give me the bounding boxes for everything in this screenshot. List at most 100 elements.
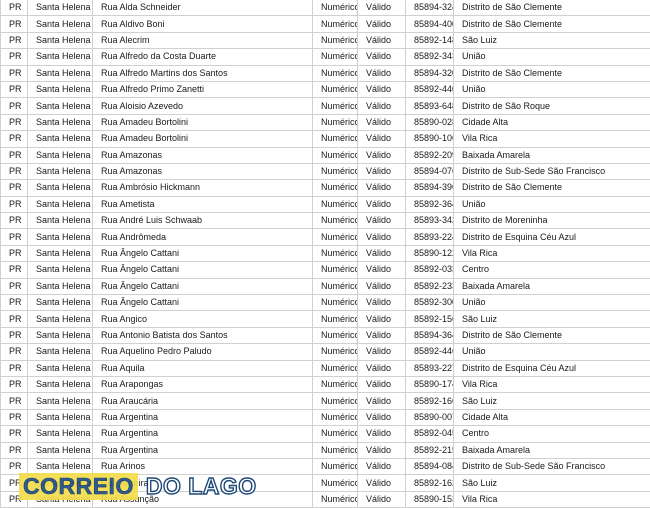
street-cell: Rua Aroeira [93, 475, 313, 491]
type-cell: Numérico [313, 245, 358, 261]
district-cell: Distrito de Moreninha [454, 213, 650, 229]
state-cell: PR [1, 98, 28, 114]
street-cell: Rua Amadeu Bortolini [93, 114, 313, 130]
cep-cell: 85892-045 [406, 426, 454, 442]
district-cell: Vila Rica [454, 376, 650, 392]
street-cell: Rua Amadeu Bortolini [93, 131, 313, 147]
status-cell: Válido [358, 196, 406, 212]
state-cell: PR [1, 475, 28, 491]
table-row: PRSanta HelenaRua Antonio Batista dos Sa… [1, 327, 650, 343]
city-cell: Santa Helena [28, 344, 93, 360]
street-cell: Rua Alda Schneider [93, 0, 313, 16]
type-cell: Numérico [313, 360, 358, 376]
city-cell: Santa Helena [28, 49, 93, 65]
status-cell: Válido [358, 311, 406, 327]
type-cell: Numérico [313, 147, 358, 163]
street-cell: Rua Amazonas [93, 147, 313, 163]
district-cell: Distrito de São Clemente [454, 0, 650, 16]
district-cell: São Luiz [454, 475, 650, 491]
type-cell: Numérico [313, 344, 358, 360]
city-cell: Santa Helena [28, 278, 93, 294]
cep-cell: 85892-364 [406, 196, 454, 212]
status-cell: Válido [358, 491, 406, 507]
table-row: PRSanta HelenaRua AngicoNuméricoVálido85… [1, 311, 650, 327]
state-cell: PR [1, 229, 28, 245]
district-cell: União [454, 196, 650, 212]
district-cell: São Luiz [454, 393, 650, 409]
state-cell: PR [1, 131, 28, 147]
status-cell: Válido [358, 442, 406, 458]
city-cell: Santa Helena [28, 213, 93, 229]
table-row: PRSanta HelenaRua Alfredo Primo ZanettiN… [1, 81, 650, 97]
cep-cell: 85892-162 [406, 475, 454, 491]
type-cell: Numérico [313, 376, 358, 392]
table-row: PRSanta HelenaRua AmetistaNuméricoVálido… [1, 196, 650, 212]
status-cell: Válido [358, 393, 406, 409]
cep-cell: 85893-342 [406, 213, 454, 229]
table-row: PRSanta HelenaRua AmazonasNuméricoVálido… [1, 147, 650, 163]
city-cell: Santa Helena [28, 376, 93, 392]
table-row: PRSanta HelenaRua Ângelo CattaniNumérico… [1, 278, 650, 294]
table-row: PRSanta HelenaRua AraucáriaNuméricoVálid… [1, 393, 650, 409]
street-cell: Rua Arapongas [93, 376, 313, 392]
street-cell: Rua Alfredo da Costa Duarte [93, 49, 313, 65]
status-cell: Válido [358, 426, 406, 442]
city-cell: Santa Helena [28, 442, 93, 458]
status-cell: Válido [358, 131, 406, 147]
status-cell: Válido [358, 0, 406, 16]
type-cell: Numérico [313, 98, 358, 114]
cep-cell: 85892-233 [406, 278, 454, 294]
street-cell: Rua Ângelo Cattani [93, 295, 313, 311]
table-row: PRSanta HelenaRua ArinosNuméricoVálido85… [1, 458, 650, 474]
city-cell: Santa Helena [28, 180, 93, 196]
type-cell: Numérico [313, 491, 358, 507]
city-cell: Santa Helena [28, 262, 93, 278]
city-cell: Santa Helena [28, 327, 93, 343]
street-cell: Rua Ângelo Cattani [93, 278, 313, 294]
cep-cell: 85894-320 [406, 65, 454, 81]
cep-cell: 85892-209 [406, 147, 454, 163]
type-cell: Numérico [313, 65, 358, 81]
cep-cell: 85894-400 [406, 16, 454, 32]
state-cell: PR [1, 49, 28, 65]
state-cell: PR [1, 65, 28, 81]
state-cell: PR [1, 458, 28, 474]
type-cell: Numérico [313, 196, 358, 212]
table-row: PRSanta HelenaRua AmazonasNuméricoVálido… [1, 163, 650, 179]
cep-cell: 85890-153 [406, 491, 454, 507]
cep-cell: 85892-446 [406, 344, 454, 360]
status-cell: Válido [358, 147, 406, 163]
table-row: PRSanta HelenaRua Ambrósio HickmannNumér… [1, 180, 650, 196]
table-row: PRSanta HelenaRua AssunçãoNuméricoVálido… [1, 491, 650, 507]
type-cell: Numérico [313, 311, 358, 327]
table-row: PRSanta HelenaRua ArapongasNuméricoVálid… [1, 376, 650, 392]
city-cell: Santa Helena [28, 475, 93, 491]
state-cell: PR [1, 262, 28, 278]
state-cell: PR [1, 32, 28, 48]
table-row: PRSanta HelenaRua AlecrimNuméricoVálido8… [1, 32, 650, 48]
address-table: PRSanta HelenaRua Alda SchneiderNumérico… [0, 0, 650, 508]
status-cell: Válido [358, 475, 406, 491]
district-cell: Distrito de São Clemente [454, 327, 650, 343]
city-cell: Santa Helena [28, 114, 93, 130]
cep-cell: 85892-440 [406, 81, 454, 97]
table-row: PRSanta HelenaRua Alfredo Martins dos Sa… [1, 65, 650, 81]
cep-cell: 85894-084 [406, 458, 454, 474]
type-cell: Numérico [313, 426, 358, 442]
cep-cell: 85892-215 [406, 442, 454, 458]
status-cell: Válido [358, 163, 406, 179]
district-cell: Baixada Amarela [454, 442, 650, 458]
status-cell: Válido [358, 327, 406, 343]
cep-cell: 85894-324 [406, 0, 454, 16]
type-cell: Numérico [313, 16, 358, 32]
street-cell: Rua Assunção [93, 491, 313, 507]
table-row: PRSanta HelenaRua Alda SchneiderNumérico… [1, 0, 650, 16]
district-cell: Cidade Alta [454, 114, 650, 130]
cep-cell: 85894-396 [406, 180, 454, 196]
state-cell: PR [1, 409, 28, 425]
district-cell: São Luiz [454, 32, 650, 48]
state-cell: PR [1, 114, 28, 130]
status-cell: Válido [358, 180, 406, 196]
city-cell: Santa Helena [28, 491, 93, 507]
street-cell: Rua Arinos [93, 458, 313, 474]
